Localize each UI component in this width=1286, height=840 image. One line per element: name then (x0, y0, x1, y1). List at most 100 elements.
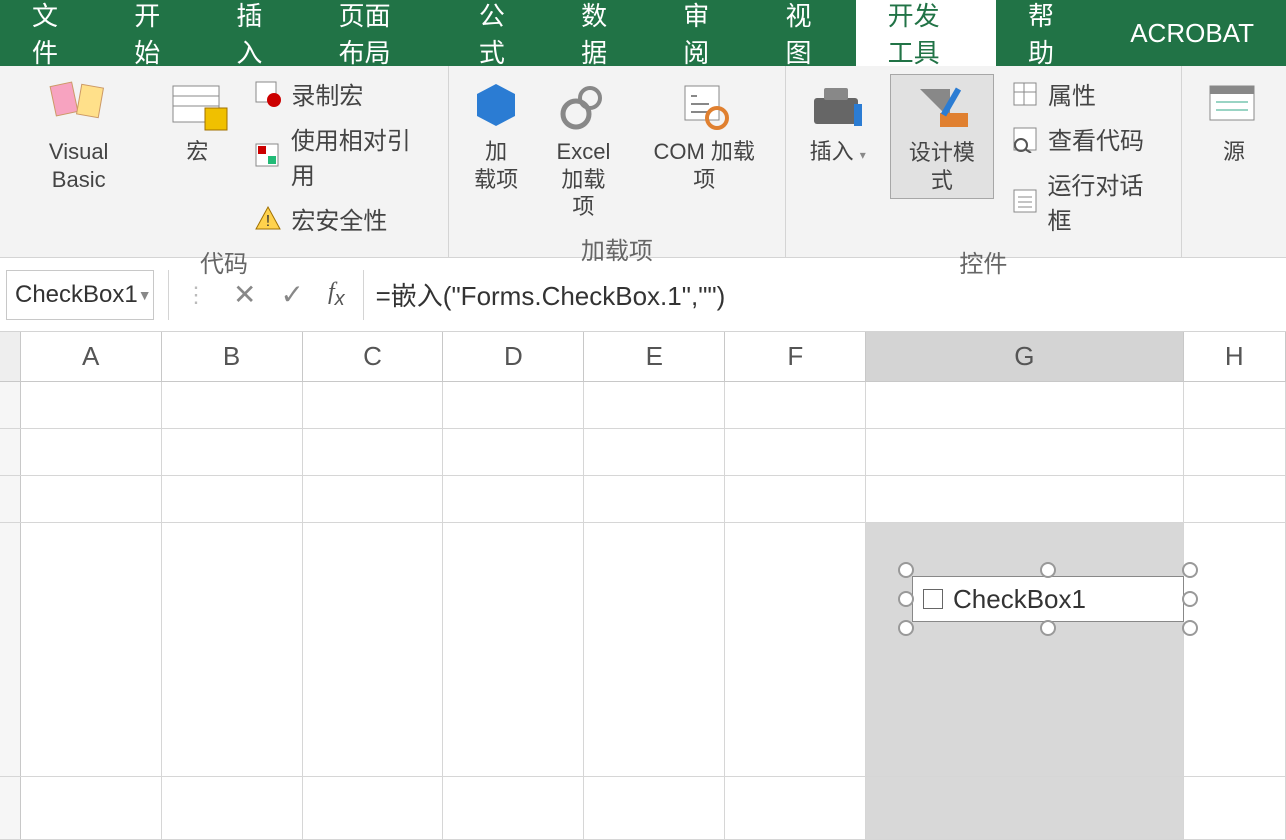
tab-review[interactable]: 审阅 (651, 0, 753, 66)
cell[interactable] (1184, 429, 1286, 475)
cell[interactable] (303, 523, 444, 776)
cell[interactable] (725, 777, 866, 839)
cell[interactable] (584, 476, 725, 522)
formula-input[interactable]: =嵌入("Forms.CheckBox.1","") (363, 270, 1286, 320)
visual-basic-button[interactable]: Visual Basic (12, 74, 145, 197)
tab-home[interactable]: 开始 (102, 0, 204, 66)
tab-developer[interactable]: 开发工具 (856, 0, 996, 66)
cell[interactable] (443, 476, 584, 522)
cell[interactable] (162, 777, 303, 839)
macros-button[interactable]: 宏 (157, 74, 237, 170)
addins-button[interactable]: 加 载项 (461, 74, 531, 197)
relative-ref-button[interactable]: 使用相对引用 (249, 119, 436, 193)
cell[interactable] (1184, 382, 1286, 428)
cell[interactable] (443, 523, 584, 776)
cell[interactable] (584, 777, 725, 839)
column-header[interactable]: F (725, 332, 866, 381)
row-header[interactable] (0, 429, 21, 475)
resize-handle[interactable] (1040, 562, 1056, 578)
row-header[interactable] (0, 523, 21, 776)
cell[interactable] (21, 476, 162, 522)
spreadsheet: ABCDEFGH CheckBox1 (0, 332, 1286, 840)
table-row (0, 429, 1286, 476)
tab-acrobat[interactable]: ACROBAT (1098, 0, 1286, 66)
cell[interactable] (162, 476, 303, 522)
cell[interactable] (303, 777, 444, 839)
chevron-down-icon[interactable]: ▼ (138, 287, 152, 303)
fx-icon[interactable]: fx (328, 279, 345, 311)
resize-handle[interactable] (1182, 591, 1198, 607)
tab-view[interactable]: 视图 (753, 0, 855, 66)
record-macro-button[interactable]: 录制宏 (249, 74, 436, 113)
insert-control-button[interactable]: 插入 ▾ (798, 74, 878, 170)
cell[interactable] (443, 429, 584, 475)
tab-data[interactable]: 数据 (549, 0, 651, 66)
cell[interactable] (21, 523, 162, 776)
activex-checkbox-object[interactable]: CheckBox1 (900, 564, 1196, 634)
cell[interactable] (1184, 476, 1286, 522)
cell[interactable] (1184, 523, 1286, 776)
com-addins-icon (677, 78, 731, 132)
relative-ref-icon (253, 141, 282, 171)
cell[interactable] (725, 523, 866, 776)
row-header[interactable] (0, 777, 21, 839)
cell[interactable] (584, 523, 725, 776)
resize-handle[interactable] (898, 591, 914, 607)
tab-pagelayout[interactable]: 页面布局 (307, 0, 447, 66)
column-header[interactable]: B (162, 332, 303, 381)
excel-addins-button[interactable]: Excel 加载项 (543, 74, 624, 225)
resize-handle[interactable] (1040, 620, 1056, 636)
cell[interactable] (162, 523, 303, 776)
macro-security-button[interactable]: ! 宏安全性 (249, 199, 436, 238)
resize-handle[interactable] (898, 562, 914, 578)
cancel-formula-button[interactable]: ✕ (233, 278, 256, 311)
cell[interactable] (1184, 777, 1286, 839)
row-header[interactable] (0, 382, 21, 428)
column-header[interactable]: H (1184, 332, 1286, 381)
cell[interactable] (725, 382, 866, 428)
cell[interactable] (443, 777, 584, 839)
cell[interactable] (584, 382, 725, 428)
com-addins-button[interactable]: COM 加载项 (636, 74, 773, 197)
cell[interactable] (162, 429, 303, 475)
design-mode-button[interactable]: 设计模式 (890, 74, 994, 199)
tab-file[interactable]: 文件 (0, 0, 102, 66)
cell[interactable] (866, 523, 1183, 776)
column-header[interactable]: A (21, 332, 162, 381)
cell[interactable] (866, 476, 1183, 522)
tab-formulas[interactable]: 公式 (447, 0, 549, 66)
cell[interactable] (21, 382, 162, 428)
cell[interactable] (303, 429, 444, 475)
cell[interactable] (866, 777, 1183, 839)
cell[interactable] (866, 382, 1183, 428)
cell[interactable] (303, 476, 444, 522)
resize-handle[interactable] (1182, 620, 1198, 636)
row-header[interactable] (0, 476, 21, 522)
column-header[interactable]: G (866, 332, 1183, 381)
source-button[interactable]: 源 (1194, 74, 1274, 170)
resize-handle[interactable] (898, 620, 914, 636)
cell[interactable] (866, 429, 1183, 475)
cell[interactable] (21, 429, 162, 475)
tab-insert[interactable]: 插入 (204, 0, 306, 66)
column-headers: ABCDEFGH (0, 332, 1286, 382)
cell[interactable] (303, 382, 444, 428)
resize-handle[interactable] (1182, 562, 1198, 578)
tab-help[interactable]: 帮助 (996, 0, 1098, 66)
run-dialog-button[interactable]: 运行对话框 (1006, 164, 1169, 238)
cell[interactable] (584, 429, 725, 475)
cell[interactable] (162, 382, 303, 428)
properties-button[interactable]: 属性 (1006, 74, 1169, 113)
name-box[interactable]: CheckBox1 ▼ (6, 270, 154, 320)
cell[interactable] (725, 476, 866, 522)
cell[interactable] (725, 429, 866, 475)
checkbox-caption: CheckBox1 (953, 584, 1086, 615)
cell[interactable] (443, 382, 584, 428)
column-header[interactable]: E (584, 332, 725, 381)
cell[interactable] (21, 777, 162, 839)
column-header[interactable]: C (303, 332, 444, 381)
view-code-button[interactable]: 查看代码 (1006, 119, 1169, 158)
column-header[interactable]: D (443, 332, 584, 381)
select-all-corner[interactable] (0, 332, 21, 381)
accept-formula-button[interactable]: ✓ (280, 278, 303, 311)
